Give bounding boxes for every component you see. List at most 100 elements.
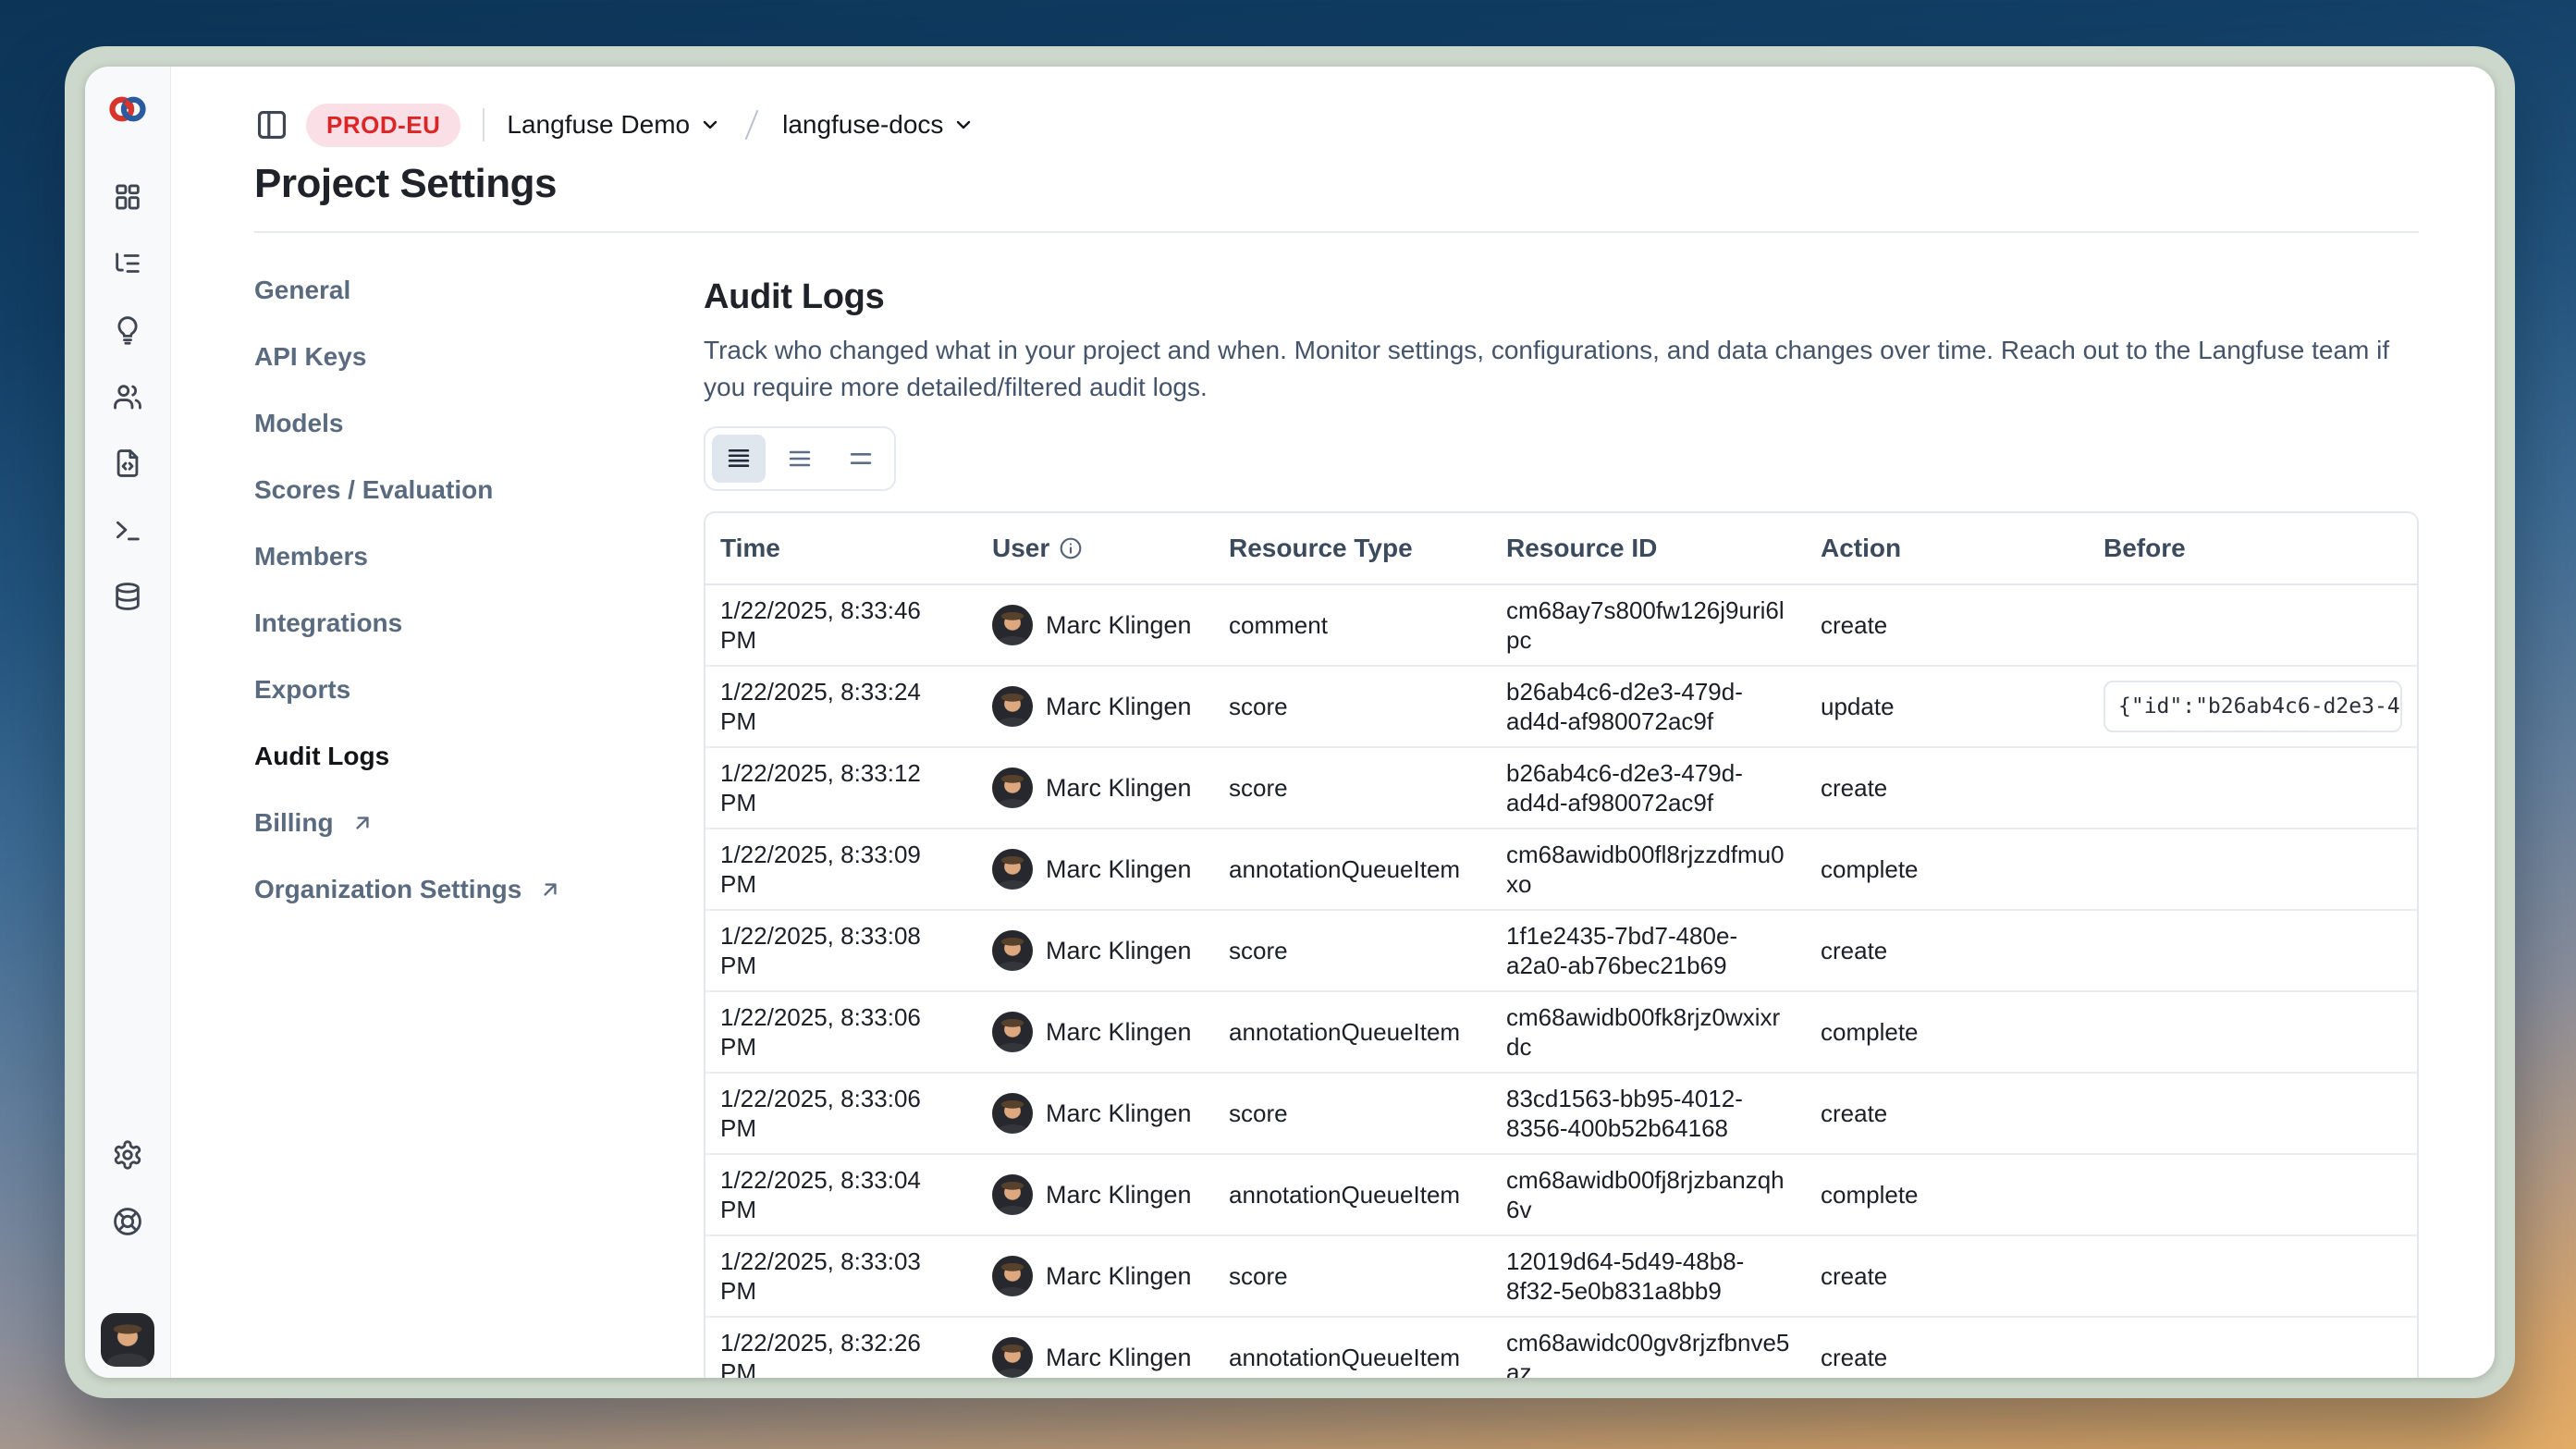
audit-action: create: [1806, 747, 2089, 829]
settings-nav-scores-evaluation[interactable]: Scores / Evaluation: [254, 457, 704, 523]
table-row[interactable]: 1/22/2025, 8:33:06 PM Marc Klingen annot…: [705, 991, 2417, 1073]
column-header-resource-id[interactable]: Resource ID: [1491, 513, 1806, 584]
audit-time: 1/22/2025, 8:33:09 PM: [705, 829, 977, 910]
column-header-resource-type[interactable]: Resource Type: [1214, 513, 1491, 584]
settings-nav-models[interactable]: Models: [254, 390, 704, 457]
audit-action: complete: [1806, 1154, 2089, 1235]
audit-time: 1/22/2025, 8:33:12 PM: [705, 747, 977, 829]
audit-resource-id: 1f1e2435-7bd7-480e-a2a0-ab76bec21b69: [1491, 910, 1806, 991]
settings-nav-audit-logs[interactable]: Audit Logs: [254, 723, 704, 790]
audit-resource-id: cm68awidb00fj8rjzbanzqh6v: [1491, 1154, 1806, 1235]
row-height-medium-button[interactable]: [773, 435, 827, 483]
playground-terminal-icon[interactable]: [112, 514, 143, 546]
breadcrumb-org[interactable]: Langfuse Demo: [507, 110, 721, 140]
rows-small-icon: [726, 446, 752, 472]
settings-nav-billing[interactable]: Billing: [254, 790, 704, 856]
audit-before: [2089, 1073, 2417, 1154]
langfuse-logo[interactable]: [107, 89, 148, 129]
column-header-user[interactable]: User: [977, 513, 1214, 584]
audit-user: Marc Klingen: [977, 1154, 1214, 1235]
audit-logs-section: Audit Logs Track who changed what in you…: [704, 233, 2419, 1378]
content-area: PROD-EU Langfuse Demo langfuse-docs Proj…: [171, 67, 2495, 1378]
before-json-preview[interactable]: {"id":"b26ab4c6-d2e3-479d-a: [2104, 681, 2402, 732]
audit-resource-type: annotationQueueItem: [1214, 991, 1491, 1073]
breadcrumb-separator: [745, 110, 759, 140]
breadcrumb-project[interactable]: langfuse-docs: [782, 110, 975, 140]
external-link-arrow-icon: [538, 878, 562, 902]
environment-badge[interactable]: PROD-EU: [306, 104, 460, 147]
page-title: Project Settings: [254, 161, 2419, 207]
column-header-time[interactable]: Time: [705, 513, 977, 584]
audit-resource-id: b26ab4c6-d2e3-479d-ad4d-af980072ac9f: [1491, 666, 1806, 747]
audit-resource-type: annotationQueueItem: [1214, 1317, 1491, 1378]
table-row[interactable]: 1/22/2025, 8:33:12 PM Marc Klingen score…: [705, 747, 2417, 829]
table-row[interactable]: 1/22/2025, 8:33:46 PM Marc Klingen comme…: [705, 584, 2417, 666]
user-avatar: [992, 1012, 1033, 1052]
audit-time: 1/22/2025, 8:33:46 PM: [705, 584, 977, 666]
user-avatar: [992, 1256, 1033, 1296]
chevron-down-icon: [952, 114, 975, 136]
section-heading: Audit Logs: [704, 277, 2419, 317]
settings-nav-api-keys[interactable]: API Keys: [254, 324, 704, 390]
settings-nav-general[interactable]: General: [254, 257, 704, 324]
section-description: Track who changed what in your project a…: [704, 332, 2419, 406]
user-avatar: [992, 767, 1033, 808]
row-height-toggle: [704, 426, 896, 491]
settings-nav-exports[interactable]: Exports: [254, 657, 704, 723]
user-avatar: [992, 605, 1033, 645]
datasets-file-code-icon[interactable]: [112, 448, 143, 479]
rows-large-icon: [848, 446, 874, 472]
table-row[interactable]: 1/22/2025, 8:33:08 PM Marc Klingen score…: [705, 910, 2417, 991]
user-avatar[interactable]: [101, 1313, 154, 1367]
audit-resource-type: score: [1214, 747, 1491, 829]
lightbulb-icon[interactable]: [112, 314, 143, 346]
audit-logs-table: Time User Resource Type Resource ID Acti…: [704, 511, 2419, 1378]
table-row[interactable]: 1/22/2025, 8:33:06 PM Marc Klingen score…: [705, 1073, 2417, 1154]
audit-time: 1/22/2025, 8:33:08 PM: [705, 910, 977, 991]
column-header-before[interactable]: Before: [2089, 513, 2417, 584]
audit-user: Marc Klingen: [977, 666, 1214, 747]
audit-user: Marc Klingen: [977, 747, 1214, 829]
audit-user: Marc Klingen: [977, 991, 1214, 1073]
user-avatar: [992, 1337, 1033, 1378]
row-height-small-button[interactable]: [712, 435, 766, 483]
table-row[interactable]: 1/22/2025, 8:33:04 PM Marc Klingen annot…: [705, 1154, 2417, 1235]
database-icon[interactable]: [112, 581, 143, 612]
settings-gear-icon[interactable]: [112, 1139, 143, 1171]
audit-action: update: [1806, 666, 2089, 747]
audit-resource-type: score: [1214, 910, 1491, 991]
settings-nav-members[interactable]: Members: [254, 523, 704, 590]
audit-action: create: [1806, 1073, 2089, 1154]
audit-resource-type: comment: [1214, 584, 1491, 666]
table-row[interactable]: 1/22/2025, 8:32:26 PM Marc Klingen annot…: [705, 1317, 2417, 1378]
page-header: PROD-EU Langfuse Demo langfuse-docs Proj…: [254, 67, 2419, 233]
row-height-large-button[interactable]: [834, 435, 888, 483]
sidebar-toggle-icon[interactable]: [254, 107, 289, 142]
audit-action: create: [1806, 584, 2089, 666]
table-header-row: Time User Resource Type Resource ID Acti…: [705, 513, 2417, 584]
breadcrumb: PROD-EU Langfuse Demo langfuse-docs: [254, 104, 2419, 146]
audit-time: 1/22/2025, 8:33:03 PM: [705, 1235, 977, 1317]
support-lifebuoy-icon[interactable]: [112, 1206, 143, 1237]
audit-user: Marc Klingen: [977, 1317, 1214, 1378]
audit-action: complete: [1806, 991, 2089, 1073]
table-row[interactable]: 1/22/2025, 8:33:24 PM Marc Klingen score…: [705, 666, 2417, 747]
settings-nav: General API Keys Models Scores / Evaluat…: [254, 233, 704, 1378]
table-row[interactable]: 1/22/2025, 8:33:03 PM Marc Klingen score…: [705, 1235, 2417, 1317]
column-header-action[interactable]: Action: [1806, 513, 2089, 584]
settings-nav-integrations[interactable]: Integrations: [254, 590, 704, 657]
users-icon[interactable]: [112, 381, 143, 412]
audit-user: Marc Klingen: [977, 910, 1214, 991]
icon-rail: [85, 67, 171, 1378]
window-frame: PROD-EU Langfuse Demo langfuse-docs Proj…: [65, 46, 2515, 1398]
audit-action: create: [1806, 910, 2089, 991]
audit-before: [2089, 584, 2417, 666]
audit-before: [2089, 1317, 2417, 1378]
settings-nav-organization-settings[interactable]: Organization Settings: [254, 856, 704, 923]
table-row[interactable]: 1/22/2025, 8:33:09 PM Marc Klingen annot…: [705, 829, 2417, 910]
chevron-down-icon: [699, 114, 721, 136]
user-avatar: [992, 686, 1033, 727]
tracing-tree-icon[interactable]: [112, 248, 143, 279]
dashboard-icon[interactable]: [112, 181, 143, 213]
audit-resource-id: b26ab4c6-d2e3-479d-ad4d-af980072ac9f: [1491, 747, 1806, 829]
